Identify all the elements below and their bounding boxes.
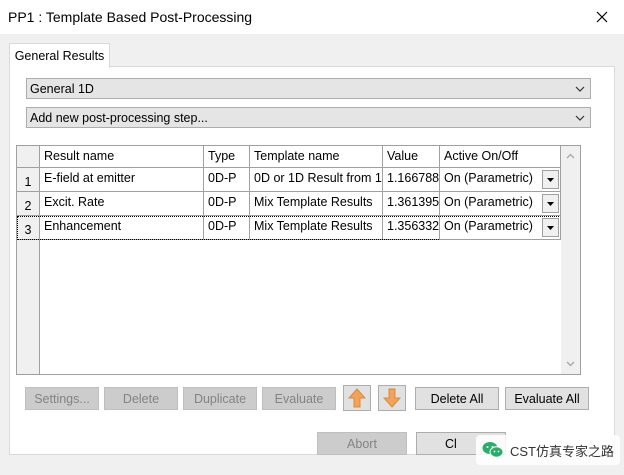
- table-row[interactable]: 1 E-field at emitter 0D-P 0D or 1D Resul…: [17, 168, 561, 192]
- abort-button[interactable]: Abort: [317, 432, 407, 455]
- add-step-combo-value: Add new post-processing step...: [30, 110, 208, 125]
- scroll-down-icon[interactable]: [565, 358, 576, 369]
- active-cell[interactable]: On (Parametric): [440, 168, 561, 192]
- watermark: CST仿真专家之路: [475, 435, 620, 465]
- corner-cell: [17, 146, 40, 168]
- title-bar: PP1 : Template Based Post-Processing: [0, 0, 624, 34]
- table-row[interactable]: 2 Excit. Rate 0D-P Mix Template Results …: [17, 192, 561, 216]
- active-dropdown-button[interactable]: [542, 194, 559, 213]
- close-icon: [596, 11, 608, 23]
- active-dropdown-button[interactable]: [542, 218, 559, 237]
- template-name-cell[interactable]: Mix Template Results: [250, 192, 383, 216]
- value-cell[interactable]: 1.3563324: [383, 216, 440, 240]
- column-header-type[interactable]: Type: [204, 146, 250, 168]
- type-cell[interactable]: 0D-P: [204, 216, 250, 240]
- type-cell[interactable]: 0D-P: [204, 168, 250, 192]
- duplicate-button[interactable]: Duplicate: [183, 387, 257, 410]
- type-cell[interactable]: 0D-P: [204, 192, 250, 216]
- active-cell[interactable]: On (Parametric): [440, 192, 561, 216]
- column-header-result-name[interactable]: Result name: [40, 146, 204, 168]
- scroll-up-icon[interactable]: [565, 151, 576, 162]
- chevron-down-icon: [575, 86, 585, 92]
- arrow-up-icon: [348, 388, 366, 408]
- delete-button[interactable]: Delete: [104, 387, 178, 410]
- window-title: PP1 : Template Based Post-Processing: [8, 9, 253, 25]
- row-header-empty-area: [17, 240, 40, 374]
- template-name-cell[interactable]: Mix Template Results: [250, 216, 383, 240]
- active-value: On (Parametric): [444, 219, 533, 233]
- wechat-icon: [482, 442, 504, 458]
- result-name-cell[interactable]: Enhancement: [40, 216, 204, 240]
- delete-all-button[interactable]: Delete All: [415, 387, 499, 410]
- tab-label: General Results: [14, 49, 105, 63]
- tab-general-results[interactable]: General Results: [9, 43, 110, 68]
- category-combo-value: General 1D: [30, 81, 94, 96]
- active-cell[interactable]: On (Parametric): [440, 216, 561, 240]
- active-value: On (Parametric): [444, 171, 533, 185]
- settings-button[interactable]: Settings...: [25, 387, 99, 410]
- column-header-template-name[interactable]: Template name: [250, 146, 383, 168]
- column-header-active[interactable]: Active On/Off: [440, 146, 561, 168]
- move-down-button[interactable]: [378, 385, 406, 411]
- evaluate-button[interactable]: Evaluate: [262, 387, 336, 410]
- close-window-button[interactable]: [580, 0, 624, 34]
- chevron-down-icon: [575, 115, 585, 121]
- dropdown-arrow-icon: [547, 225, 554, 230]
- table-row-selected[interactable]: 3 Enhancement 0D-P Mix Template Results …: [17, 216, 561, 240]
- row-number[interactable]: 3: [17, 216, 40, 240]
- dropdown-arrow-icon: [547, 177, 554, 182]
- dialog-client-area: General Results General 1D Add new post-…: [0, 34, 624, 475]
- result-name-cell[interactable]: Excit. Rate: [40, 192, 204, 216]
- evaluate-all-button[interactable]: Evaluate All: [505, 387, 589, 410]
- add-step-combo[interactable]: Add new post-processing step...: [26, 107, 591, 128]
- active-dropdown-button[interactable]: [542, 170, 559, 189]
- category-combo[interactable]: General 1D: [26, 78, 591, 99]
- value-cell[interactable]: 1.3613957: [383, 192, 440, 216]
- dropdown-arrow-icon: [547, 201, 554, 206]
- arrow-down-icon: [383, 388, 401, 408]
- column-header-value[interactable]: Value: [383, 146, 440, 168]
- template-name-cell[interactable]: 0D or 1D Result from 1D: [250, 168, 383, 192]
- table-header: Result name Type Template name Value Act…: [17, 146, 561, 168]
- active-value: On (Parametric): [444, 195, 533, 209]
- results-table: Result name Type Template name Value Act…: [16, 145, 581, 375]
- table-vertical-scrollbar[interactable]: [561, 146, 580, 374]
- value-cell[interactable]: 1.1667886: [383, 168, 440, 192]
- result-name-cell[interactable]: E-field at emitter: [40, 168, 204, 192]
- row-number[interactable]: 2: [17, 192, 40, 216]
- move-up-button[interactable]: [343, 385, 371, 411]
- watermark-text: CST仿真专家之路: [509, 443, 614, 459]
- row-number[interactable]: 1: [17, 168, 40, 192]
